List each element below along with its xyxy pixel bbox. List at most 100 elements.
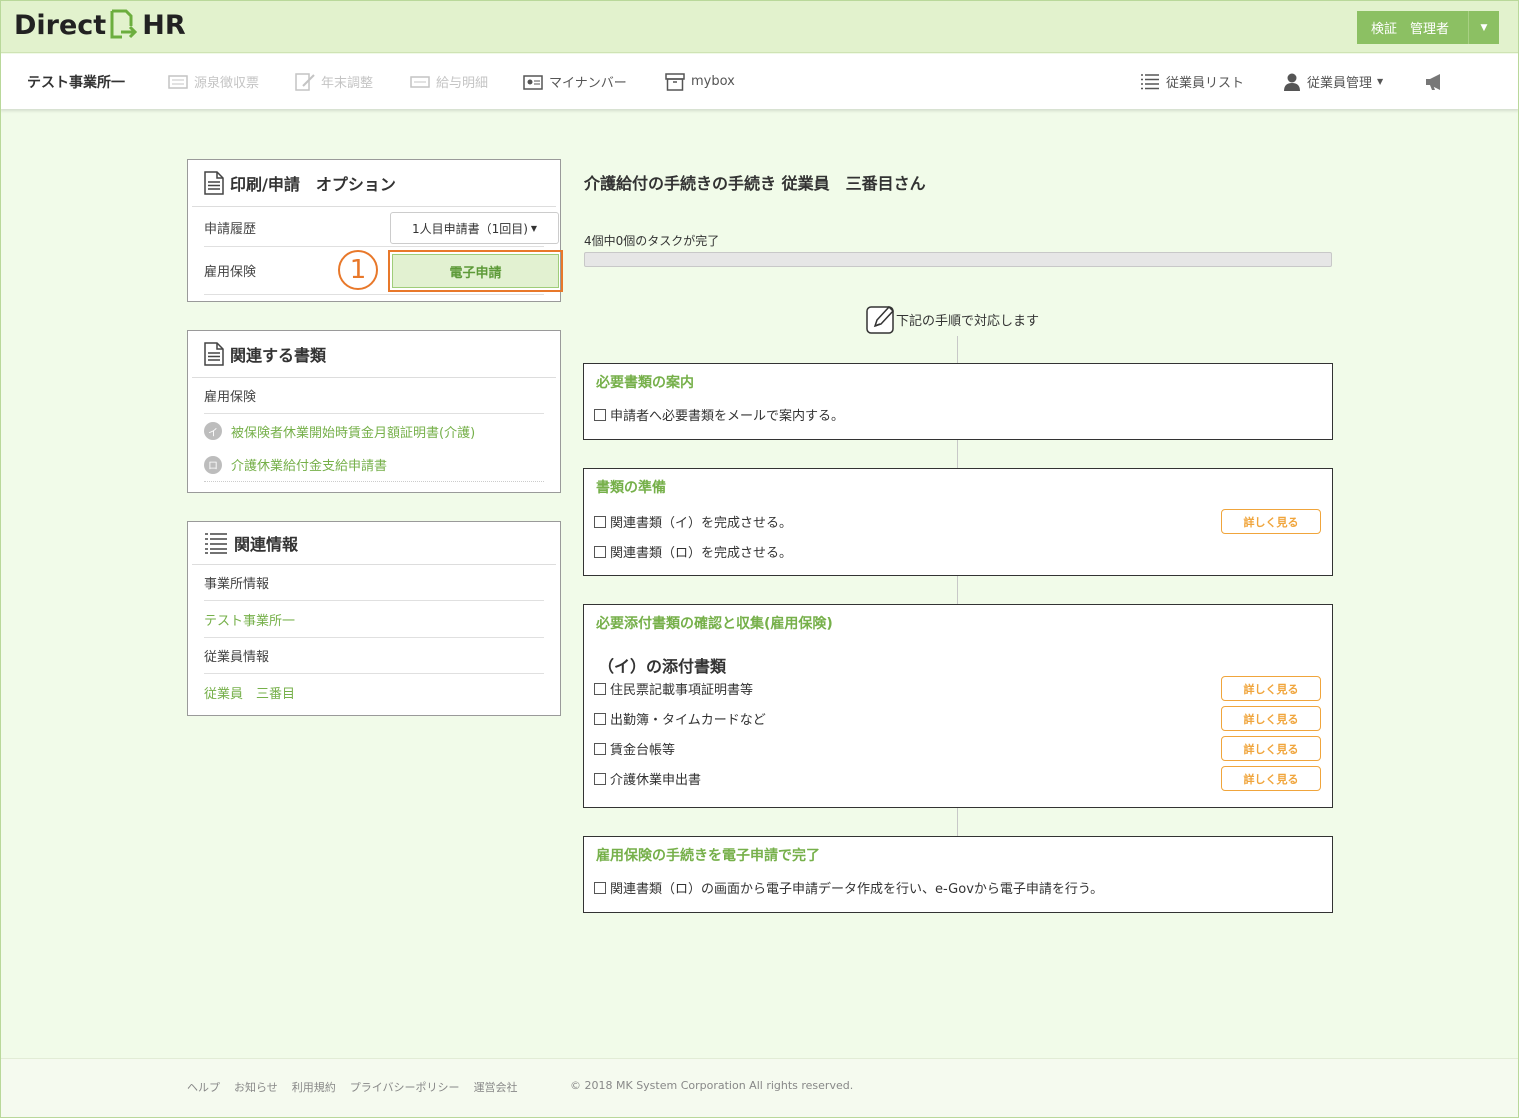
nav-my-number[interactable]: マイナンバー bbox=[523, 54, 627, 109]
task-checkbox[interactable] bbox=[594, 408, 606, 421]
task-item-label: 介護休業申出書 bbox=[610, 773, 702, 788]
flow-intro: 下記の手順で対応します bbox=[866, 304, 1039, 334]
edit-document-icon bbox=[295, 72, 315, 91]
details-button[interactable]: 詳しく見る bbox=[1221, 706, 1321, 731]
office-name[interactable]: テスト事業所一 bbox=[27, 54, 125, 109]
task-item: 申請者へ必要書類をメールで案内する。 bbox=[594, 405, 844, 424]
task-subtitle: （イ）の添付書類 bbox=[598, 657, 727, 676]
panel-title: 関連する書類 bbox=[230, 346, 327, 365]
doc-link[interactable]: 被保険者休業開始時賃金月額証明書(介護) bbox=[231, 422, 475, 441]
nav-label: 従業員管理 bbox=[1307, 76, 1373, 91]
history-select-value: 1人目申請書（1回目) bbox=[411, 221, 528, 236]
panel-header: 印刷/申請 オプション bbox=[192, 160, 556, 207]
task-checkbox[interactable] bbox=[594, 515, 606, 528]
main-navbar: テスト事業所一 源泉徴収票 年末調整 給与明細 マイナンバー mybox 従業員… bbox=[0, 54, 1519, 109]
footer-links: ヘルプ お知らせ 利用規約 プライバシーポリシー 運営会社 bbox=[187, 1079, 532, 1095]
task-checkbox[interactable] bbox=[594, 545, 606, 558]
task-title: 必要書類の案内 bbox=[596, 375, 694, 391]
app-logo[interactable]: Direct HR bbox=[14, 9, 186, 41]
insurance-row: 雇用保険 1 電子申請 bbox=[204, 247, 563, 295]
chevron-down-icon: ▼ bbox=[1377, 77, 1384, 86]
employee-link[interactable]: 従業員 三番目 bbox=[204, 683, 295, 702]
nav-payslip: 給与明細 bbox=[410, 54, 488, 109]
document-icon bbox=[204, 171, 224, 195]
step-number-badge: 1 bbox=[338, 250, 378, 290]
office-info-head-row: 事業所情報 bbox=[204, 565, 544, 601]
details-button[interactable]: 詳しく見る bbox=[1221, 509, 1321, 534]
page-title: 介護給付の手続きの手続き 従業員 三番目さん bbox=[584, 174, 926, 193]
task-item: 介護休業申出書 bbox=[594, 769, 701, 788]
history-row: 申請履歴 1人目申請書（1回目) ▼ bbox=[204, 209, 559, 247]
office-info-heading: 事業所情報 bbox=[204, 577, 270, 592]
chevron-down-icon: ▼ bbox=[530, 223, 538, 233]
nav-employee-management[interactable]: 従業員管理 ▼ bbox=[1283, 54, 1383, 109]
employee-info-heading: 従業員情報 bbox=[204, 650, 270, 665]
nav-withholding-slip: 源泉徴収票 bbox=[168, 54, 259, 109]
task-item: 関連書類（ロ）の画面から電子申請データ作成を行い、e-Govから電子申請を行う。 bbox=[594, 878, 1103, 897]
footer-link-company[interactable]: 運営会社 bbox=[474, 1079, 518, 1095]
task-item-label: 申請者へ必要書類をメールで案内する。 bbox=[610, 409, 845, 424]
box-icon bbox=[665, 72, 685, 91]
progress-bar bbox=[584, 252, 1332, 267]
task-checkbox[interactable] bbox=[594, 742, 606, 755]
history-select[interactable]: 1人目申請書（1回目) ▼ bbox=[390, 212, 559, 244]
nav-label: 年末調整 bbox=[321, 76, 374, 91]
nav-label: マイナンバー bbox=[549, 76, 627, 91]
logo-document-icon bbox=[109, 9, 139, 41]
details-button[interactable]: 詳しく見る bbox=[1221, 676, 1321, 701]
nav-label: 従業員リスト bbox=[1166, 76, 1245, 91]
nav-mybox[interactable]: mybox bbox=[665, 54, 735, 109]
electronic-apply-button[interactable]: 電子申請 bbox=[392, 254, 559, 288]
office-info-link-row: テスト事業所一 bbox=[204, 601, 544, 638]
footer-link-privacy[interactable]: プライバシーポリシー bbox=[350, 1079, 460, 1095]
footer-link-news[interactable]: お知らせ bbox=[234, 1079, 278, 1095]
task-checkbox[interactable] bbox=[594, 881, 606, 894]
progress-text: 4個中0個のタスクが完了 bbox=[584, 234, 720, 248]
copyright: © 2018 MK System Corporation All rights … bbox=[570, 1079, 854, 1092]
office-link[interactable]: テスト事業所一 bbox=[204, 610, 295, 629]
details-button[interactable]: 詳しく見る bbox=[1221, 766, 1321, 791]
task-item-label: 関連書類（ロ）を完成させる。 bbox=[610, 546, 793, 561]
task-title: 雇用保険の手続きを電子申請で完了 bbox=[596, 848, 820, 864]
footer-link-help[interactable]: ヘルプ bbox=[187, 1079, 220, 1095]
insurance-label: 雇用保険 bbox=[204, 265, 257, 280]
task-item: 関連書類（ロ）を完成させる。 bbox=[594, 542, 792, 561]
flow-connector bbox=[957, 807, 958, 837]
doc-link-row[interactable]: イ 被保険者休業開始時賃金月額証明書(介護) bbox=[204, 414, 544, 448]
task-card: 雇用保険の手続きを電子申請で完了 関連書類（ロ）の画面から電子申請データ作成を行… bbox=[583, 836, 1333, 913]
task-item: 賃金台帳等 bbox=[594, 739, 675, 758]
doc-link[interactable]: 介護休業給付金支給申請書 bbox=[231, 455, 387, 474]
panel-header: 関連情報 bbox=[192, 522, 556, 565]
task-checkbox[interactable] bbox=[594, 712, 606, 725]
docs-section-label: 雇用保険 bbox=[204, 390, 257, 405]
nav-employee-list[interactable]: 従業員リスト bbox=[1140, 54, 1244, 109]
doc-badge: イ bbox=[204, 422, 222, 440]
footer-link-terms[interactable]: 利用規約 bbox=[292, 1079, 336, 1095]
docs-section-row: 雇用保険 bbox=[204, 378, 544, 414]
user-menu-button[interactable]: 検証 管理者 ▼ bbox=[1357, 11, 1499, 44]
megaphone-icon bbox=[1426, 73, 1440, 90]
task-item: 出勤簿・タイムカードなど bbox=[594, 709, 766, 728]
task-checkbox[interactable] bbox=[594, 682, 606, 695]
related-documents-panel: 関連する書類 雇用保険 イ 被保険者休業開始時賃金月額証明書(介護) ロ 介護休… bbox=[187, 330, 561, 493]
employee-info-head-row: 従業員情報 bbox=[204, 638, 544, 674]
task-title: 必要添付書類の確認と収集(雇用保険) bbox=[596, 616, 833, 632]
panel-header: 関連する書類 bbox=[192, 331, 556, 378]
task-card: 書類の準備 関連書類（イ）を完成させる。 詳しく見る 関連書類（ロ）を完成させる… bbox=[583, 468, 1333, 576]
task-title: 書類の準備 bbox=[596, 480, 666, 496]
id-card-icon bbox=[523, 74, 543, 90]
task-checkbox[interactable] bbox=[594, 772, 606, 785]
logo-text-direct: Direct bbox=[14, 9, 107, 41]
payslip-icon bbox=[410, 75, 430, 88]
doc-link-row[interactable]: ロ 介護休業給付金支給申請書 bbox=[204, 448, 544, 482]
electronic-apply-button-highlight[interactable]: 電子申請 bbox=[388, 250, 563, 292]
details-button[interactable]: 詳しく見る bbox=[1221, 736, 1321, 761]
user-icon bbox=[1284, 73, 1300, 91]
nav-label: 源泉徴収票 bbox=[194, 76, 260, 91]
nav-announcements[interactable] bbox=[1424, 54, 1452, 109]
nav-label: 給与明細 bbox=[436, 76, 489, 91]
chevron-down-icon[interactable]: ▼ bbox=[1469, 23, 1499, 33]
user-name: 検証 管理者 bbox=[1371, 22, 1450, 37]
top-header: Direct HR 検証 管理者 ▼ bbox=[0, 0, 1519, 53]
flow-connector bbox=[957, 336, 958, 364]
